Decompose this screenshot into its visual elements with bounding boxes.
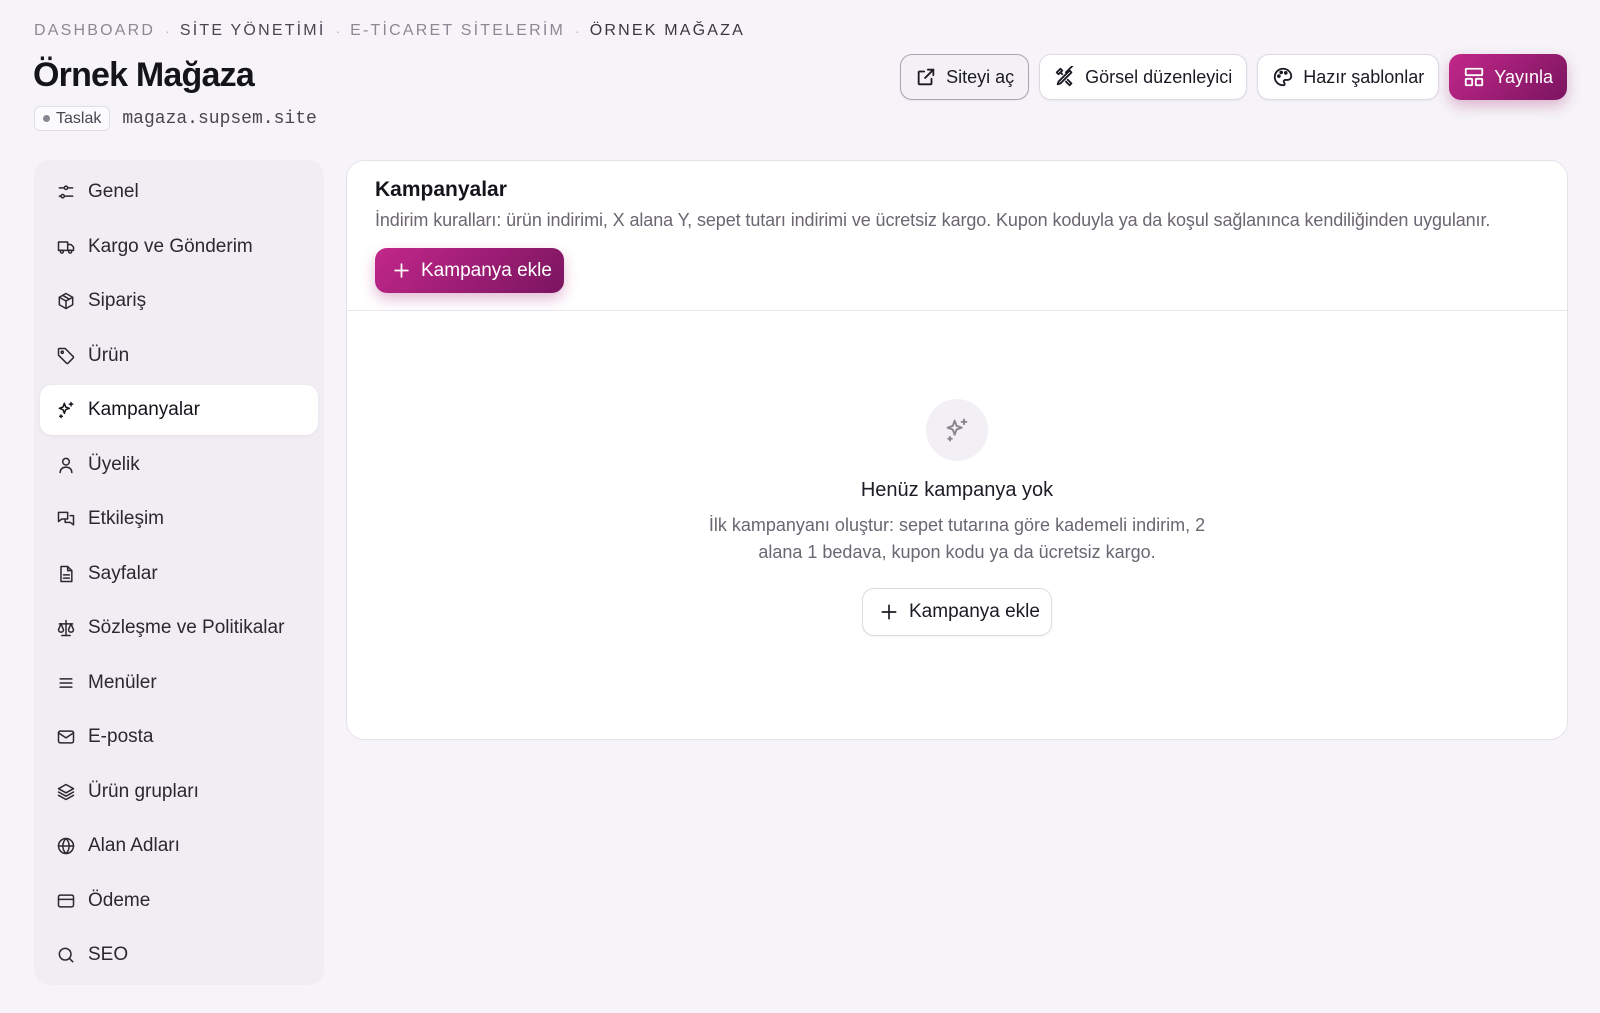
sidebar-item-shipping[interactable]: Kargo ve Gönderim	[40, 222, 318, 272]
sidebar-item-payment[interactable]: Ödeme	[40, 876, 318, 926]
breadcrumb-separator: ·	[575, 23, 580, 39]
sidebar-item-campaigns[interactable]: Kampanyalar	[40, 385, 318, 435]
search-icon	[58, 947, 74, 963]
sidebar-item-label: Ürün grupları	[88, 780, 199, 802]
site-domain: magaza.supsem.site	[122, 108, 317, 129]
palette-icon	[1274, 67, 1293, 87]
credit-card-icon	[57, 893, 75, 908]
breadcrumb-site-management[interactable]: SİTE YÖNETİMİ	[180, 22, 326, 40]
layout-icon	[1465, 67, 1484, 87]
empty-state: Henüz kampanya yok İlk kampanyanı oluştu…	[347, 399, 1567, 636]
sidebar-item-label: Üyelik	[88, 453, 140, 475]
sidebar-item-label: Menüler	[88, 671, 157, 693]
sidebar-item-label: E-posta	[88, 726, 154, 747]
site-meta: Taslak magaza.supsem.site	[34, 106, 317, 131]
sparkles-icon	[58, 401, 74, 419]
sidebar-item-policies[interactable]: Sözleşme ve Politikalar	[40, 603, 318, 653]
status-label: Taslak	[56, 109, 102, 127]
sidebar-item-label: Sipariş	[88, 290, 147, 311]
status-badge: Taslak	[34, 106, 111, 131]
file-icon	[60, 565, 73, 582]
open-site-label: Siteyi aç	[946, 66, 1015, 87]
templates-label: Hazır şablonlar	[1303, 66, 1425, 87]
package-icon	[58, 292, 74, 310]
sidebar-item-label: Alan Adları	[88, 835, 180, 856]
menu-icon	[59, 677, 73, 688]
sidebar-item-pages[interactable]: Sayfalar	[40, 549, 318, 599]
open-site-button[interactable]: Siteyi aç	[900, 54, 1030, 100]
scale-icon	[57, 619, 75, 637]
templates-button[interactable]: Hazır şablonlar	[1257, 54, 1440, 100]
breadcrumb-dashboard[interactable]: DASHBOARD	[34, 22, 155, 40]
sidebar-item-label: SEO	[88, 944, 129, 965]
breadcrumb-current: ÖRNEK MAĞAZA	[589, 22, 746, 39]
publish-button[interactable]: Yayınla	[1449, 54, 1567, 100]
sidebar-item-label: Kargo ve Gönderim	[88, 235, 253, 257]
external-link-icon	[917, 68, 935, 86]
sidebar-item-label: Genel	[88, 181, 139, 202]
tag-icon	[57, 347, 75, 364]
breadcrumb-separator: ·	[165, 23, 170, 39]
sidebar-item-label: Ödeme	[88, 889, 151, 911]
header-actions: Siteyi aç Görsel düzenleyici Hazır şablo…	[900, 54, 1567, 100]
empty-add-campaign-label: Kampanya ekle	[909, 601, 1040, 622]
visual-editor-button[interactable]: Görsel düzenleyici	[1039, 54, 1248, 100]
sidebar-item-membership[interactable]: Üyelik	[40, 440, 318, 490]
plus-icon	[881, 604, 897, 620]
layers-icon	[57, 783, 75, 800]
empty-add-campaign-button[interactable]: Kampanya ekle	[862, 588, 1052, 636]
publish-label: Yayınla	[1494, 66, 1553, 87]
sidebar-item-label: Sözleşme ve Politikalar	[88, 617, 285, 638]
mail-icon	[57, 730, 75, 744]
panel-header: Kampanyalar İndirim kuralları: ürün indi…	[347, 161, 1567, 311]
messages-icon	[57, 511, 75, 526]
empty-state-description: İlk kampanyanı oluştur: sepet tutarına g…	[708, 515, 1206, 562]
sidebar-item-label: Kampanyalar	[88, 399, 200, 420]
sidebar: Genel Kargo ve Gönderim Sipariş Ürün Kam…	[34, 160, 324, 985]
campaigns-panel: Kampanyalar İndirim kuralları: ürün indi…	[346, 160, 1568, 740]
plus-icon	[394, 263, 409, 278]
sidebar-item-label: Sayfalar	[88, 562, 158, 584]
sidebar-item-products[interactable]: Ürün	[40, 331, 318, 381]
panel-title: Kampanyalar	[375, 178, 507, 201]
sidebar-item-label: Ürün	[88, 344, 130, 366]
truck-icon	[57, 240, 75, 254]
page-title: Örnek Mağaza	[33, 56, 255, 94]
sidebar-item-general[interactable]: Genel	[40, 167, 318, 217]
sidebar-item-product-groups[interactable]: Ürün grupları	[40, 767, 318, 817]
empty-state-icon-wrap	[926, 399, 988, 461]
breadcrumb-separator: ·	[335, 23, 341, 39]
panel-description: İndirim kuralları: ürün indirimi, X alan…	[375, 210, 1491, 230]
breadcrumb: DASHBOARD · SİTE YÖNETİMİ · E-TİCARET Sİ…	[34, 22, 745, 40]
globe-icon	[57, 837, 75, 855]
pencil-ruler-icon	[1055, 66, 1074, 87]
sidebar-item-engagement[interactable]: Etkileşim	[40, 494, 318, 544]
visual-editor-label: Görsel düzenleyici	[1085, 66, 1233, 87]
sparkles-icon	[946, 418, 968, 442]
sidebar-item-orders[interactable]: Sipariş	[40, 276, 318, 326]
empty-state-title: Henüz kampanya yok	[860, 479, 1054, 501]
status-dot-icon	[43, 115, 50, 122]
user-icon	[59, 457, 73, 473]
add-campaign-label: Kampanya ekle	[421, 259, 552, 281]
sliders-icon	[58, 185, 74, 199]
sidebar-item-menus[interactable]: Menüler	[40, 658, 318, 708]
sidebar-item-domains[interactable]: Alan Adları	[40, 821, 318, 871]
sidebar-item-seo[interactable]: SEO	[40, 930, 318, 980]
sidebar-item-label: Etkileşim	[88, 508, 165, 529]
breadcrumb-ecommerce-sites[interactable]: E-TİCARET SİTELERİM	[350, 22, 565, 40]
sidebar-item-email[interactable]: E-posta	[40, 712, 318, 762]
add-campaign-button[interactable]: Kampanya ekle	[375, 248, 564, 293]
